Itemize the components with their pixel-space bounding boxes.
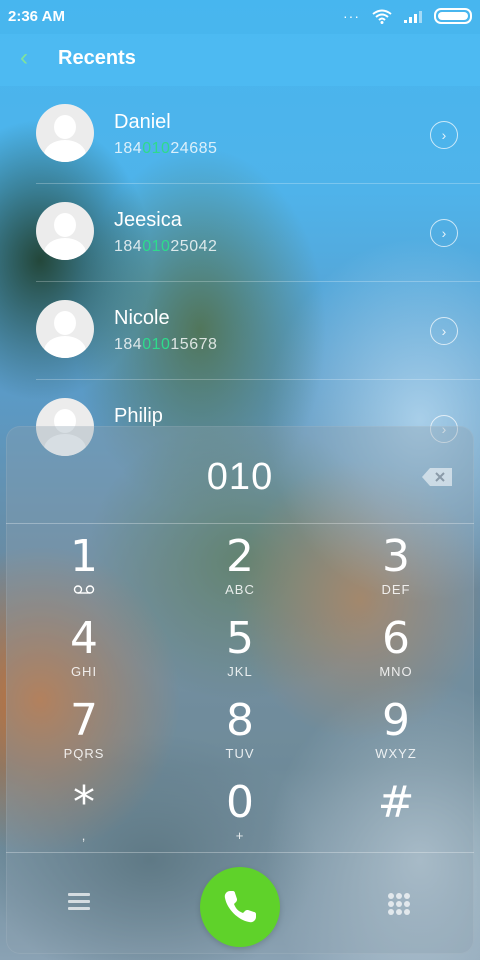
avatar (36, 104, 94, 162)
page-title: Recents (58, 47, 136, 69)
key-1[interactable]: 1 (6, 528, 162, 610)
chevron-right-icon[interactable]: › (430, 317, 458, 345)
app-header: ‹ Recents (0, 34, 480, 86)
backspace-icon[interactable] (422, 468, 452, 486)
status-time: 2:36 AM (8, 8, 65, 25)
contact-number: 18401015678 (114, 336, 218, 353)
status-bar: 2:36 AM ··· (0, 0, 480, 34)
key-hash[interactable]: # (318, 774, 474, 856)
status-icons: ··· (343, 8, 472, 24)
key-5[interactable]: 5 JKL (162, 610, 318, 692)
key-9[interactable]: 9 WXYZ (318, 692, 474, 774)
key-8[interactable]: 8 TUV (162, 692, 318, 774)
recent-item-jeesica[interactable]: Jeesica 18401025042 › (0, 184, 480, 282)
key-4[interactable]: 4 GHI (6, 610, 162, 692)
contact-name: Daniel (114, 111, 171, 133)
key-3[interactable]: 3 DEF (318, 528, 474, 610)
dialer-actions (6, 853, 474, 954)
key-0[interactable]: 0 + (162, 774, 318, 856)
recent-item-daniel[interactable]: Daniel 18401024685 › (0, 86, 480, 184)
menu-icon[interactable] (68, 893, 90, 911)
contact-number: 18401025042 (114, 238, 218, 255)
back-arrow-icon[interactable]: ‹ (20, 44, 28, 72)
keypad-icon[interactable] (388, 893, 410, 915)
voicemail-icon (6, 582, 162, 597)
notification-dots-icon: ··· (343, 8, 360, 24)
key-6[interactable]: 6 MNO (318, 610, 474, 692)
dialer-panel: 010 1 2 ABC 3 DEF 4 GHI 5 JKL 6 MNO 7 PQ… (6, 426, 474, 954)
chevron-right-icon[interactable]: › (430, 219, 458, 247)
contact-name: Nicole (114, 307, 170, 329)
key-star[interactable]: * , (6, 774, 162, 856)
avatar (36, 300, 94, 358)
call-button[interactable] (200, 867, 280, 947)
recent-item-nicole[interactable]: Nicole 18401015678 › (0, 282, 480, 380)
dialed-number: 010 (206, 456, 274, 498)
battery-icon (434, 8, 472, 24)
contact-name: Philip (114, 405, 163, 427)
contact-number: 18401024685 (114, 140, 218, 157)
signal-icon (404, 10, 422, 23)
phone-icon (224, 891, 256, 923)
chevron-right-icon[interactable]: › (430, 121, 458, 149)
divider (6, 523, 474, 524)
wifi-icon (372, 9, 392, 24)
contact-name: Jeesica (114, 209, 182, 231)
key-7[interactable]: 7 PQRS (6, 692, 162, 774)
avatar (36, 202, 94, 260)
key-2[interactable]: 2 ABC (162, 528, 318, 610)
